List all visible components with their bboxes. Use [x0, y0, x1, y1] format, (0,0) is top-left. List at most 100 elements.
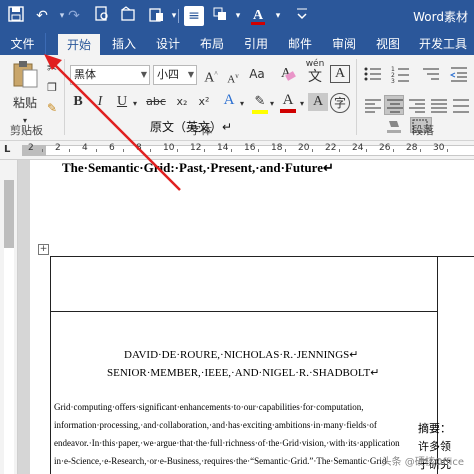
decrease-indent-icon[interactable] [448, 63, 468, 83]
paste-button[interactable]: 粘贴 ▾ [8, 59, 42, 125]
title-bar: ↶ ▾ ↷ ▾ ≡ ▾ A ▾ Word素材 [0, 0, 474, 33]
paste-label: 粘贴 [12, 96, 37, 110]
multilevel-list-icon[interactable] [420, 63, 440, 83]
vruler-track [4, 248, 14, 474]
grow-font-button[interactable]: A^ [202, 65, 220, 88]
tab-design[interactable]: 设计 [148, 33, 188, 55]
tab-selector[interactable]: L [4, 144, 10, 155]
shrink-font-button[interactable]: Av [224, 67, 242, 89]
ribbon-tabs: 文件 开始 插入 设计 布局 引用 邮件 审阅 视图 开发工具 [0, 33, 474, 55]
grow-font-icon: A [204, 70, 215, 86]
format-painter-icon[interactable]: ✎ [44, 99, 60, 117]
tab-insert[interactable]: 插入 [104, 33, 144, 55]
phonetic-guide-button[interactable]: wén 文 [302, 59, 328, 89]
superscript-icon: x² [198, 95, 210, 108]
clipboard-group-label: 剪贴板 [10, 124, 43, 137]
ruler-tick [338, 149, 340, 152]
phonetic-wen-label: wén [305, 59, 325, 69]
abstract-line-3: endeavor.·In·this·paper,·we·argue·that·t… [54, 438, 400, 448]
font-color-dropdown-icon[interactable]: ▾ [298, 95, 306, 113]
clipboard-icon [13, 61, 38, 88]
ruler-number: 30 [433, 143, 445, 153]
bold-button[interactable]: B [70, 93, 86, 111]
ruler-tick [122, 149, 124, 152]
open-icon[interactable] [118, 6, 138, 26]
font-color-button[interactable]: A [278, 91, 298, 113]
subscript-button[interactable]: x₂ [172, 93, 192, 111]
paste-qa-icon[interactable] [146, 6, 166, 26]
clear-formatting-button[interactable]: A [276, 65, 296, 83]
authors-line-2: SENIOR·MEMBER,·IEEE,·AND·NIGEL·R.·SHADBO… [107, 367, 380, 379]
highlight-dropdown-icon[interactable]: ▾ [268, 95, 276, 113]
change-case-icon: Aa [249, 67, 265, 81]
layout-icon[interactable]: ≡ [184, 6, 204, 26]
ruler-number: 28 [406, 143, 418, 153]
side-line-2: 许多领 [418, 440, 451, 453]
tab-developer[interactable]: 开发工具 [412, 33, 474, 55]
save-icon[interactable] [6, 6, 26, 26]
superscript-button[interactable]: x² [194, 93, 214, 111]
tab-view[interactable]: 视图 [368, 33, 408, 55]
undo-icon[interactable]: ↶ [32, 6, 52, 26]
dropdown-icon-2[interactable]: ▾ [228, 6, 248, 26]
table-move-handle-icon[interactable]: + [38, 244, 49, 255]
change-case-button[interactable]: Aa [246, 65, 268, 83]
ruler-number: 22 [325, 143, 337, 153]
align-right-icon[interactable] [406, 95, 426, 115]
character-border-button[interactable]: A [330, 65, 350, 83]
ruler-number: 2 [28, 143, 34, 153]
character-shading-button[interactable]: A [308, 93, 328, 111]
tab-review[interactable]: 审阅 [324, 33, 364, 55]
font-color-qa-icon[interactable]: A [248, 6, 268, 26]
numbering-icon[interactable]: 123 [390, 63, 410, 85]
authors-line-1: DAVID·DE·ROURE,·NICHOLAS·R.·JENNINGS↵ [124, 349, 359, 361]
tab-file[interactable]: 文件 [0, 33, 46, 55]
dropdown-icon-3[interactable]: ▾ [268, 6, 288, 26]
font-name-combo[interactable]: 黑体 ▼ [70, 65, 150, 85]
ruler-tick [311, 149, 313, 152]
align-center-icon[interactable] [384, 95, 404, 115]
bring-forward-icon[interactable] [210, 6, 230, 26]
font-size-combo[interactable]: 小四 ▼ [153, 65, 197, 85]
text-effects-dropdown-icon[interactable]: ▾ [238, 95, 246, 113]
phonetic-glyph: 文 [308, 69, 322, 85]
highlight-button[interactable]: ✎ [250, 93, 270, 114]
justify-icon[interactable] [428, 95, 448, 115]
header-cell-text: 原文（英文）↵ [150, 120, 233, 134]
cut-icon[interactable]: ✂ [44, 59, 60, 77]
italic-icon: I [97, 94, 103, 109]
watermark: 头条 @硬核Office [381, 457, 464, 468]
shading-icon[interactable] [384, 117, 406, 133]
tab-layout[interactable]: 布局 [192, 33, 232, 55]
dropdown-icon[interactable]: ▾ [164, 6, 184, 26]
paragraph-group-label: 段落 [412, 124, 434, 137]
ribbon-home: 粘贴 ▾ ✂ ❐ ✎ 剪贴板 黑体 ▼ 小四 ▼ A^ Av Aa A wén … [0, 55, 474, 141]
distributed-icon[interactable] [450, 95, 470, 115]
horizontal-ruler[interactable]: L 2 2 4 6 8 10 12 14 16 18 20 22 24 26 28 30 [0, 141, 474, 160]
ruler-tick [95, 149, 97, 152]
text-effects-button[interactable]: A [218, 91, 240, 109]
app-title: Word素材 [413, 10, 468, 24]
underline-dropdown-icon[interactable]: ▾ [130, 95, 140, 113]
abstract-line-1: Grid·computing·offers·significant·enhanc… [54, 402, 364, 412]
tab-mailings[interactable]: 邮件 [280, 33, 320, 55]
italic-button[interactable]: I [92, 93, 108, 111]
ruler-tick [365, 149, 367, 152]
strikethrough-button[interactable]: abc [144, 93, 168, 111]
ruler-tick [284, 149, 286, 152]
customize-qa-icon[interactable] [292, 6, 312, 26]
align-left-icon[interactable] [362, 95, 382, 115]
underline-button[interactable]: U [114, 93, 130, 111]
print-preview-icon[interactable] [92, 6, 112, 26]
redo-icon[interactable]: ↷ [64, 6, 84, 26]
ruler-number: 4 [82, 143, 88, 153]
tab-references[interactable]: 引用 [236, 33, 276, 55]
bullets-icon[interactable] [362, 63, 382, 83]
copy-icon[interactable]: ❐ [44, 79, 60, 97]
ruler-number: 10 [163, 143, 175, 153]
enclose-characters-button[interactable]: 字 [330, 93, 350, 113]
ruler-number: 6 [109, 143, 115, 153]
vertical-ruler[interactable] [0, 160, 18, 474]
table-row-divider [51, 311, 437, 312]
tab-home[interactable]: 开始 [58, 34, 100, 55]
